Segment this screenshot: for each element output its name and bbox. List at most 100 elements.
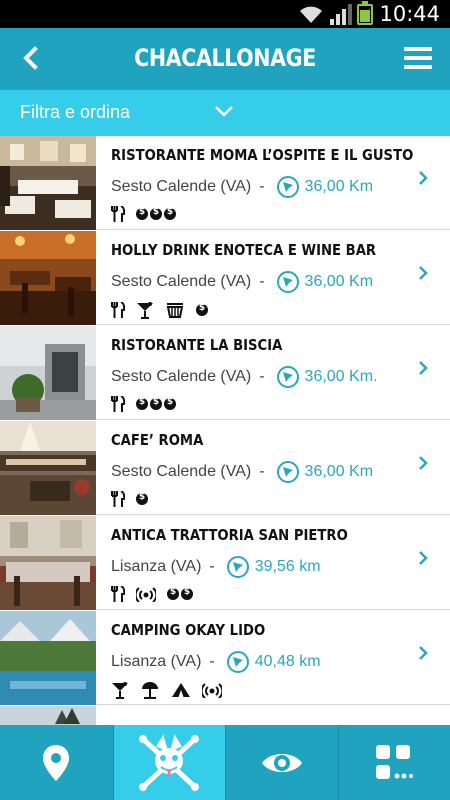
navigation-arrow-icon [276,271,299,293]
chevron-right-icon [419,266,428,280]
venue-distance: 36,00 Km [304,178,374,195]
price-level-1 [136,492,150,505]
restaurant-icon [111,586,125,602]
feature-icons [111,681,233,699]
venue-location-row: Lisanza (VA) - 40,48 km [111,651,321,673]
feature-icons [111,586,206,602]
chevron-right-icon [419,551,428,565]
venue-name: RISTORANTE LA BISCIA [111,336,283,354]
feature-icons [111,206,189,222]
venue-location-row: Sesto Calende (VA) - 36,00 Km [111,176,373,198]
beach-umbrella-icon [140,681,160,699]
status-time: 10:44 [379,2,440,26]
battery-icon [357,1,373,25]
chevron-right-icon [419,171,428,185]
feature-icons [111,491,161,507]
venue-photo [0,706,96,725]
venue-name: HOLLY DRINK ENOTECA E WINE BAR [111,241,377,259]
separator: - [259,368,265,385]
venue-location: Lisanza (VA) [111,558,202,575]
venue-location: Sesto Calende (VA) [111,368,252,385]
restaurant-icon [111,302,125,318]
venue-location-row: Sesto Calende (VA) - 36,00 Km [111,271,373,293]
grid-more-icon [376,744,414,779]
status-bar: 10:44 [0,0,450,28]
venue-name: RISTORANTE MOMA L’OSPITE E IL GUSTO [111,146,414,164]
filter-label: Filtra e ordina [20,102,131,122]
tab-map[interactable] [0,725,113,800]
venue-photo [0,516,96,610]
list-item[interactable]: ANTICA TRATTORIA SAN PIETRO Lisanza (VA)… [0,516,450,610]
page-title: CHACALLONAGE [134,44,316,72]
separator: - [209,558,215,575]
venue-list: RISTORANTE MOMA L’OSPITE E IL GUSTO Sest… [0,136,450,725]
navigation-arrow-icon [276,366,299,388]
navigation-arrow-icon [276,176,299,198]
venue-distance: 36,00 Km [304,273,374,290]
cocktail-icon [111,681,129,699]
price-level-1 [196,303,210,316]
price-level-3 [136,397,178,410]
tent-icon [171,682,191,698]
chevron-right-icon [419,361,428,375]
feature-icons [111,301,221,319]
venue-location: Sesto Calende (VA) [111,463,252,480]
venue-name: ANTICA TRATTORIA SAN PIETRO [111,526,348,544]
venue-photo [0,421,96,515]
tab-view[interactable] [225,725,338,800]
venue-name: CAFE’ ROMA [111,431,204,449]
price-level-3 [136,207,178,220]
venue-location-row: Sesto Calende (VA) - 36,00 Km. [111,366,377,388]
venue-location: Sesto Calende (VA) [111,273,252,290]
filter-dropdown[interactable]: Filtra e ordina [0,90,450,136]
tab-chacal[interactable] [112,725,225,800]
tab-more[interactable] [337,725,450,800]
hamburger-menu-icon [404,47,432,51]
restaurant-icon [111,396,125,412]
venue-location: Lisanza (VA) [111,653,202,670]
wine-basket-icon [165,302,185,318]
chevron-right-icon [419,646,428,660]
navigation-arrow-icon [226,651,249,673]
separator: - [259,273,265,290]
venue-location-row: Sesto Calende (VA) - 36,00 Km [111,461,373,483]
separator: - [259,463,265,480]
venue-photo [0,231,96,325]
list-item[interactable]: RISTORANTE LA BISCIA Sesto Calende (VA) … [0,326,450,420]
chacal-logo-icon [139,734,200,791]
restaurant-icon [111,491,125,507]
navigation-arrow-icon [226,556,249,578]
map-pin-icon [43,744,70,781]
eye-icon [261,753,302,772]
venue-location-row: Lisanza (VA) - 39,56 km [111,556,321,578]
navigation-arrow-icon [276,461,299,483]
menu-button[interactable] [404,47,432,69]
wifi-icon [202,682,222,698]
venue-distance: 40,48 km [254,653,321,670]
separator: - [259,178,265,195]
separator: - [209,653,215,670]
signal-icon [330,4,352,25]
list-item[interactable]: RISTORANTE MOMA L’OSPITE E IL GUSTO Sest… [0,136,450,230]
list-item[interactable]: HOLLY DRINK ENOTECA E WINE BAR Sesto Cal… [0,231,450,325]
cocktail-icon [136,301,154,319]
venue-distance: 36,00 Km [304,463,374,480]
list-item[interactable]: CAFE’ ROMA Sesto Calende (VA) - 36,00 Km [0,421,450,515]
bottom-tab-bar [0,725,450,800]
list-item[interactable]: CAMPING OKAY LIDO Lisanza (VA) - 40,48 k… [0,611,450,705]
venue-photo [0,136,96,230]
feature-icons [111,396,189,412]
restaurant-icon [111,206,125,222]
app-header: CHACALLONAGE [0,28,450,90]
chevron-down-icon [215,106,233,117]
chevron-right-icon [419,456,428,470]
venue-distance: 39,56 km [254,558,321,575]
wifi-icon [300,6,322,23]
venue-location: Sesto Calende (VA) [111,178,252,195]
venue-name: CAMPING OKAY LIDO [111,621,266,639]
venue-photo [0,611,96,705]
list-item[interactable] [0,706,450,725]
venue-distance: 36,00 Km. [304,368,378,385]
venue-photo [0,326,96,420]
price-level-2 [167,587,195,600]
